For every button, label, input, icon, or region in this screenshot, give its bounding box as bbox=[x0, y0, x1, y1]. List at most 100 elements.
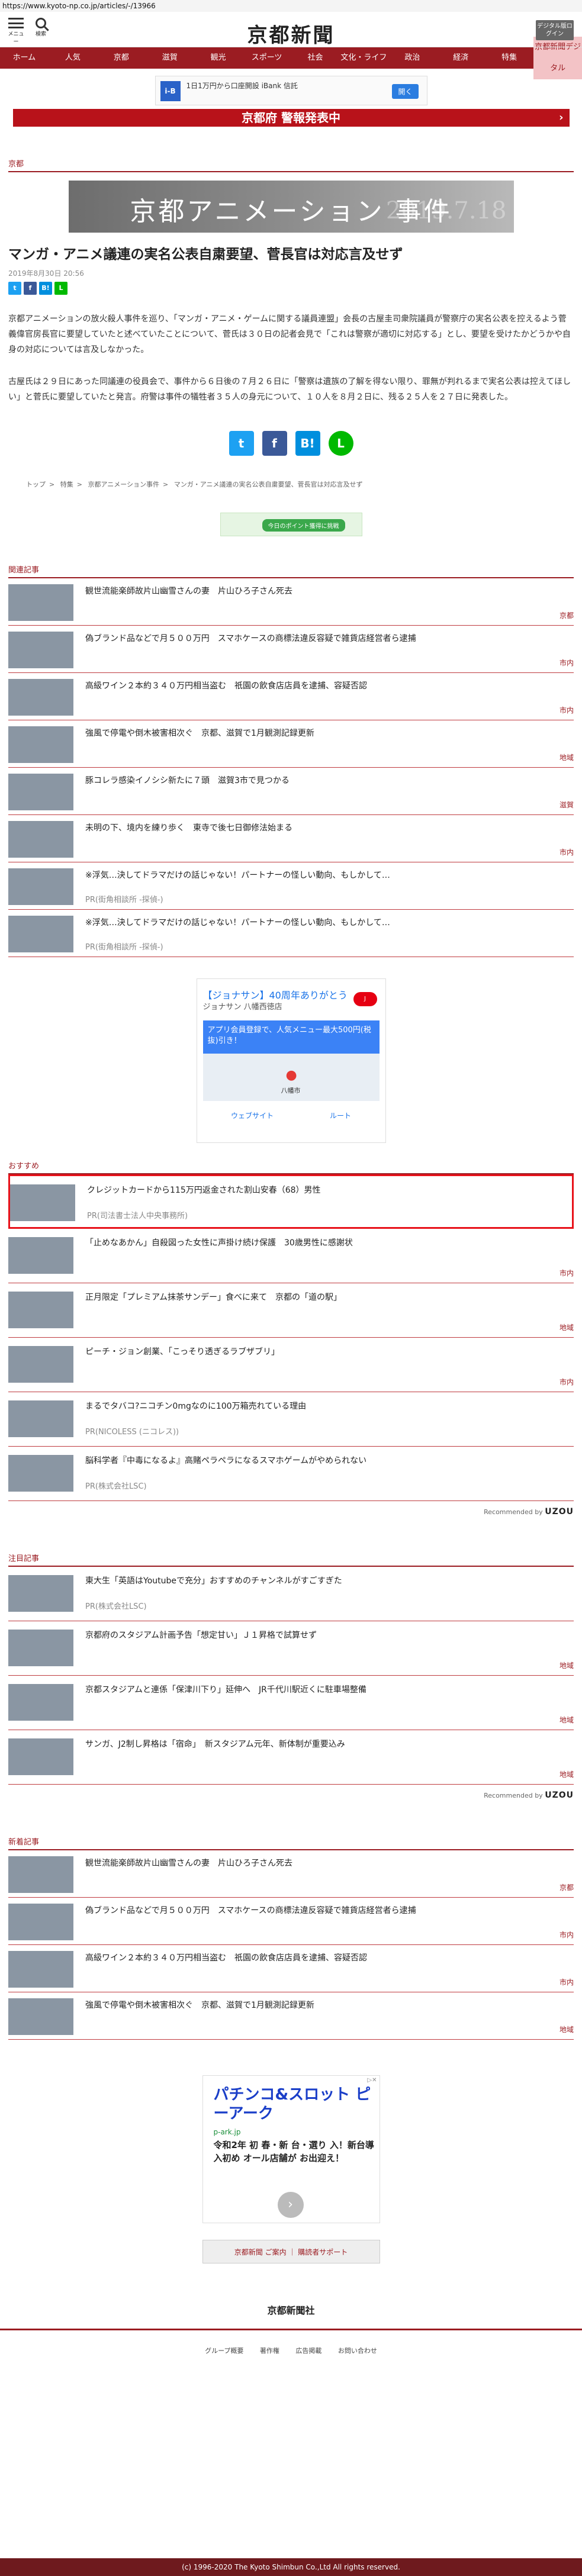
footer-link[interactable]: グループ概要 bbox=[205, 2347, 243, 2355]
nav-item-feature[interactable]: 特集 bbox=[485, 47, 533, 69]
item-title: 高級ワイン２本約３４０万円相当盗む 祇園の飲食店店員を逮捕、容疑否認 bbox=[85, 1953, 367, 1963]
list-item[interactable]: 強風で停電や倒木被害相次ぐ 京都、滋賀で1月観測記録更新 地域 bbox=[8, 720, 574, 768]
digital-login-button[interactable]: デジタル版ログイン bbox=[536, 20, 574, 40]
list-item[interactable]: ピーチ・ジョン創業、「こっそり透ぎるラブザブリ」 市内 bbox=[8, 1338, 574, 1392]
list-item[interactable]: 偽ブランド品などで月５００万円 スマホケースの商標法違反容疑で雑貨店経営者ら逮捕… bbox=[8, 1898, 574, 1945]
nav-item-popular[interactable]: 人気 bbox=[49, 47, 97, 69]
item-tag: 市内 bbox=[559, 848, 574, 856]
list-item[interactable]: 観世流能楽師故片山幽雪さんの妻 片山ひろ子さん死去 京都 bbox=[8, 578, 574, 626]
top-ad-banner[interactable]: i-B 1日1万円から口座開設 iBank 信託 開く bbox=[155, 76, 427, 105]
recommended-by[interactable]: Recommended by UZOU bbox=[8, 1791, 574, 1800]
list-item[interactable]: 高級ワイン２本約３４０万円相当盗む 祇園の飲食店店員を逮捕、容疑否認 市内 bbox=[8, 1945, 574, 1992]
url-bar[interactable]: https://www.kyoto-np.co.jp/articles/-/13… bbox=[0, 0, 582, 12]
item-title: クレジットカードから115万円返金された割山安春（68）男性 bbox=[87, 1186, 321, 1195]
alert-text: 京都府 警報発表中 bbox=[242, 111, 340, 125]
footer-link[interactable]: 著作権 bbox=[260, 2347, 279, 2355]
nav-item-shiga[interactable]: 滋賀 bbox=[146, 47, 194, 69]
thumbnail bbox=[8, 1738, 73, 1775]
map-ad-offer: アプリ会員登録で、人気メニュー最大500円(税抜)引き！ bbox=[202, 1020, 380, 1054]
item-sponsor: PR(株式会社LSC) bbox=[85, 1482, 147, 1491]
twitter-share-icon[interactable]: t bbox=[8, 282, 21, 295]
item-sponsor: PR(司法書士法人中央事務所) bbox=[87, 1212, 188, 1221]
breadcrumb-item[interactable]: 京都アニメーション事件 bbox=[88, 481, 159, 488]
thumbnail bbox=[8, 726, 73, 763]
thumbnail bbox=[8, 1951, 73, 1988]
footer-logo[interactable]: 京都新聞社 bbox=[0, 2303, 582, 2317]
breadcrumb-item[interactable]: 特集 bbox=[60, 481, 73, 488]
list-item[interactable]: 偽ブランド品などで月５００万円 スマホケースの商標法違反容疑で雑貨店経営者ら逮捕… bbox=[8, 626, 574, 673]
route-button[interactable]: ルート bbox=[330, 1110, 351, 1120]
list-item[interactable]: 高級ワイン２本約３４０万円相当盗む 祇園の飲食店店員を逮捕、容疑否認 市内 bbox=[8, 673, 574, 720]
hatena-share-icon[interactable]: B! bbox=[39, 282, 52, 295]
list-item-ad[interactable]: まるでタバコ?ニコチン0mgなのに100万箱売れている理由 PR(NICOLESS… bbox=[8, 1392, 574, 1447]
chevron-right-icon[interactable]: › bbox=[277, 2192, 304, 2218]
item-tag: 地域 bbox=[559, 1770, 574, 1779]
nav-item-sports[interactable]: スポーツ bbox=[243, 47, 291, 69]
list-item[interactable]: 「止めなあかん」自殺図った女性に声掛け続け保護 30歳男性に感謝状 市内 bbox=[8, 1229, 574, 1283]
uzou-logo: UZOU bbox=[545, 1791, 574, 1800]
recommended-by[interactable]: Recommended by UZOU bbox=[8, 1507, 574, 1516]
list-item-ad[interactable]: 東大生「英語はYoutubeで充分」おすすめのチャンネルがすごすぎた PR(株式会… bbox=[8, 1567, 574, 1621]
footer-divider bbox=[0, 2329, 582, 2330]
nav-item-kyoto[interactable]: 京都 bbox=[97, 47, 146, 69]
thumbnail bbox=[8, 821, 73, 858]
mid-ad-banner[interactable]: 今日のポイント獲得に挑戦 bbox=[220, 513, 362, 536]
footer-guide-button[interactable]: 京都新聞 ご案内 ｜ 購読者サポート bbox=[202, 2240, 380, 2263]
footer-link[interactable]: お問い合わせ bbox=[338, 2347, 377, 2355]
line-share-icon[interactable]: L bbox=[54, 282, 67, 295]
line-share-icon[interactable]: L bbox=[328, 431, 353, 456]
item-title: 高級ワイン２本約３４０万円相当盗む 祇園の飲食店店員を逮捕、容疑否認 bbox=[85, 681, 367, 691]
breadcrumb-item[interactable]: トップ bbox=[26, 481, 46, 488]
item-title: 偽ブランド品などで月５００万円 スマホケースの商標法違反容疑で雑貨店経営者ら逮捕 bbox=[85, 634, 416, 643]
footer-link[interactable]: 広告掲載 bbox=[295, 2347, 321, 2355]
ad-open-button[interactable]: 開く bbox=[392, 84, 419, 99]
site-logo[interactable]: 京都新聞 bbox=[0, 19, 582, 48]
twitter-share-icon[interactable]: t bbox=[229, 431, 254, 456]
item-title: 京都府のスタジアム計画予告「想定甘い」Ｊ１昇格で試算せず bbox=[85, 1631, 317, 1640]
hero-banner[interactable]: 京都アニメーション 事件 2019.7.18 bbox=[68, 181, 514, 233]
item-title: 「止めなあかん」自殺図った女性に声掛け続け保護 30歳男性に感謝状 bbox=[85, 1238, 353, 1248]
item-sponsor: PR(NICOLESS (ニコレス)) bbox=[85, 1428, 179, 1437]
ad-choices-icon[interactable]: ▷✕ bbox=[367, 2077, 377, 2084]
website-button[interactable]: ウェブサイト bbox=[231, 1110, 274, 1120]
list-item[interactable]: サンガ、J2制し昇格は「宿命」 新スタジアム元年、新体制が重要込み 地域 bbox=[8, 1730, 574, 1785]
nav-item-economy[interactable]: 経済 bbox=[436, 47, 485, 69]
list-item[interactable]: 未明の下、境内を練り歩く 東寺で後七日御修法始まる 市内 bbox=[8, 815, 574, 862]
recommended-by-label: Recommended by bbox=[484, 1792, 543, 1799]
hatena-share-icon[interactable]: B! bbox=[295, 431, 320, 456]
chevron-right-icon: › bbox=[559, 111, 564, 124]
share-bar-small: t f B! L bbox=[8, 282, 574, 295]
list-item[interactable]: 正月限定「プレミアム抹茶サンデー」食べに来て 京都の「道の駅」 地域 bbox=[8, 1283, 574, 1338]
ad-cta-button[interactable]: 今日のポイント獲得に挑戦 bbox=[262, 519, 345, 532]
article-title: マンガ・アニメ議連の実名公表自粛要望、菅長官は対応言及せず bbox=[8, 247, 403, 262]
bottom-ad[interactable]: ▷✕ パチンコ&スロット ピーアーク p-ark.jp 令和2年 初 春・新 台… bbox=[202, 2075, 380, 2223]
section-label-kyoto: 京都 bbox=[8, 157, 574, 172]
item-title: 豚コレラ感染イノシシ新たに７頭 滋賀3市で見つかる bbox=[85, 776, 290, 785]
article-paragraph-1: 京都アニメーションの放火殺人事件を巡り、「マンガ・アニメ・ゲームに関する議員連盟… bbox=[8, 314, 571, 355]
list-item[interactable]: 豚コレラ感染イノシシ新たに７頭 滋賀3市で見つかる 滋賀 bbox=[8, 768, 574, 815]
facebook-share-icon[interactable]: f bbox=[262, 431, 287, 456]
list-item-ad[interactable]: クレジットカードから115万円返金された割山安春（68）男性 PR(司法書士法人中… bbox=[8, 1174, 574, 1229]
thumbnail bbox=[8, 774, 73, 810]
nav-item-society[interactable]: 社会 bbox=[291, 47, 340, 69]
nav-item-culture[interactable]: 文化・ライフ bbox=[339, 47, 388, 69]
thumbnail bbox=[8, 1630, 73, 1666]
article-date: 2019年8月30日 20:56 bbox=[8, 269, 84, 278]
list-item-ad[interactable]: ※浮気…決してドラマだけの話じゃない！パートナーの怪しい動向、もしかして… PR(… bbox=[8, 910, 574, 957]
article-paragraph-2: 古屋氏は２９日にあった同議連の役員会で、事件から６日後の７月２６日に「警察は遺族… bbox=[8, 377, 571, 402]
nav-item-politics[interactable]: 政治 bbox=[388, 47, 436, 69]
list-item[interactable]: 京都スタジアムと連係「保津川下り」延伸へ JR千代川駅近くに駐車場整備 地域 bbox=[8, 1676, 574, 1730]
list-item[interactable]: 観世流能楽師故片山幽雪さんの妻 片山ひろ子さん死去 京都 bbox=[8, 1850, 574, 1898]
list-item-ad[interactable]: ※浮気…決してドラマだけの話じゃない！パートナーの怪しい動向、もしかして… PR(… bbox=[8, 862, 574, 910]
facebook-share-icon[interactable]: f bbox=[24, 282, 37, 295]
section-label-related: 関連記事 bbox=[8, 564, 574, 578]
list-item[interactable]: 京都府のスタジアム計画予告「想定甘い」Ｊ１昇格で試算せず 地域 bbox=[8, 1621, 574, 1676]
weather-alert-banner[interactable]: 京都府 警報発表中 › bbox=[12, 109, 570, 127]
map-ad[interactable]: 【ジョナサン】40周年ありがとう ジョナサン 八幡西徳店 J アプリ会員登録で、… bbox=[196, 978, 386, 1143]
thumbnail bbox=[8, 1455, 73, 1492]
list-item-ad[interactable]: 脳科学者『中毒になるよ』高賭ペラペラになるスマホゲームがやめられない PR(株式会… bbox=[8, 1447, 574, 1501]
section-label-latest: 新着記事 bbox=[8, 1836, 574, 1850]
list-item[interactable]: 強風で停電や倒木被害相次ぐ 京都、滋賀で1月観測記録更新 地域 bbox=[8, 1992, 574, 2040]
nav-item-tourism[interactable]: 観光 bbox=[194, 47, 243, 69]
nav-item-home[interactable]: ホーム bbox=[0, 47, 49, 69]
